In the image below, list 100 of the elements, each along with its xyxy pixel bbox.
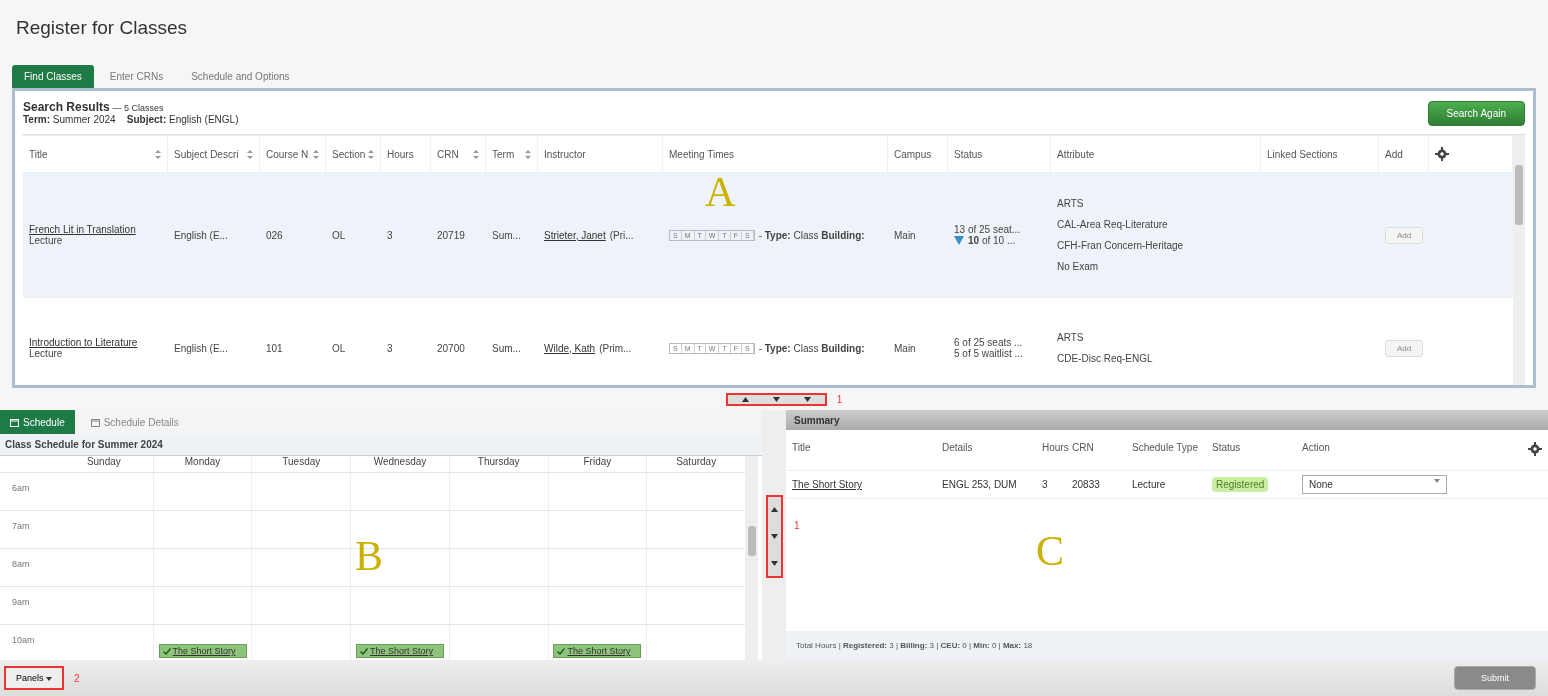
- instructor-role: (Prim...: [599, 342, 632, 354]
- day-header: Thursday: [477, 456, 520, 467]
- search-again-button[interactable]: Search Again: [1427, 101, 1525, 126]
- calendar-slot[interactable]: [548, 548, 648, 586]
- column-header: Hours: [1042, 442, 1069, 453]
- sort-icon[interactable]: [155, 149, 161, 159]
- calendar-slot[interactable]: [449, 472, 549, 510]
- attribute: CAL-Area Req-Literature: [1057, 219, 1169, 230]
- annotation-letter: C: [1036, 530, 1064, 572]
- calendar-slot[interactable]: [647, 548, 746, 586]
- calendar-slot[interactable]: The Short Story: [548, 624, 648, 660]
- column-header[interactable]: Meeting Times: [669, 148, 735, 160]
- column-header[interactable]: Title: [29, 148, 48, 160]
- calendar-slot[interactable]: [548, 586, 648, 624]
- column-header[interactable]: Course N: [266, 148, 309, 160]
- schedule-type: Lecture: [29, 235, 64, 246]
- action-select[interactable]: None: [1302, 475, 1447, 494]
- day-header: Wednesday: [373, 456, 427, 467]
- column-header[interactable]: Section: [332, 148, 366, 160]
- tab[interactable]: Enter CRNs: [97, 65, 176, 88]
- calendar-slot[interactable]: The Short Story: [153, 624, 253, 660]
- panels-button[interactable]: Panels: [4, 666, 65, 690]
- column-header: CRN: [1072, 442, 1094, 453]
- tab[interactable]: Schedule and Options: [179, 65, 302, 88]
- instructor-link[interactable]: Wilde, Kath: [544, 342, 596, 354]
- sort-icon[interactable]: [368, 149, 374, 159]
- time-label: 8am: [12, 559, 30, 569]
- column-header: Schedule Type: [1132, 442, 1198, 453]
- calendar-event[interactable]: The Short Story: [356, 644, 444, 658]
- calendar-slot[interactable]: [252, 510, 352, 548]
- class-title-link[interactable]: French Lit in Translation: [29, 224, 162, 235]
- column-header[interactable]: CRN: [437, 148, 459, 160]
- calendar-slot[interactable]: [252, 472, 352, 510]
- attribute: No Exam: [1057, 261, 1100, 272]
- table-row[interactable]: [23, 172, 1513, 297]
- arrow-down-icon[interactable]: [770, 534, 778, 539]
- class-title-link[interactable]: The Short Story: [792, 479, 863, 490]
- meeting-details: - Type: Class Building:: [758, 342, 865, 354]
- column-header[interactable]: Subject Descri: [174, 148, 239, 160]
- calendar-slot[interactable]: The Short Story: [351, 624, 450, 660]
- calendar-slot[interactable]: [548, 510, 648, 548]
- calendar-slot[interactable]: [548, 472, 648, 510]
- calendar-slot[interactable]: [252, 586, 352, 624]
- calendar-slot[interactable]: [153, 472, 253, 510]
- annotation-number: 2: [74, 672, 80, 684]
- sort-icon[interactable]: [525, 149, 531, 159]
- column-header[interactable]: Campus: [894, 148, 932, 160]
- column-header[interactable]: Term: [492, 148, 515, 160]
- table-cell-text: OL: [332, 342, 347, 354]
- arrow-up-icon[interactable]: [741, 396, 749, 402]
- calendar-slot[interactable]: [153, 586, 253, 624]
- column-header: Title: [792, 442, 811, 453]
- arrow-down-icon[interactable]: [772, 396, 780, 402]
- table-cell-text: Sum...: [492, 342, 522, 354]
- calendar-slot[interactable]: [351, 586, 450, 624]
- instructor-link[interactable]: Strieter, Janet: [544, 229, 606, 241]
- calendar-slot[interactable]: [449, 510, 549, 548]
- tab[interactable]: Find Classes: [12, 65, 94, 88]
- scrollbar[interactable]: [1513, 135, 1525, 385]
- calendar-slot[interactable]: [153, 510, 253, 548]
- calendar-slot[interactable]: [647, 472, 746, 510]
- day-header: Saturday: [676, 456, 717, 467]
- calendar-event[interactable]: The Short Story: [158, 644, 247, 658]
- column-header[interactable]: Attribute: [1057, 148, 1095, 160]
- panel-resize-control[interactable]: [765, 495, 783, 578]
- settings-icon[interactable]: [1435, 147, 1449, 161]
- calendar-slot[interactable]: [351, 472, 450, 510]
- arrow-down-icon[interactable]: [770, 561, 778, 566]
- settings-icon[interactable]: [1528, 442, 1542, 456]
- calendar-slot[interactable]: [449, 586, 549, 624]
- calendar-slot[interactable]: [55, 472, 154, 510]
- scrollbar[interactable]: [746, 456, 758, 660]
- status-badge: Registered: [1212, 477, 1269, 492]
- sort-icon[interactable]: [313, 149, 319, 159]
- calendar-slot[interactable]: [647, 510, 746, 548]
- calendar-event[interactable]: The Short Story: [553, 644, 642, 658]
- panel-resize-control[interactable]: [725, 392, 827, 406]
- calendar-icon: [10, 417, 19, 427]
- sort-icon[interactable]: [247, 149, 253, 159]
- column-header[interactable]: Instructor: [544, 148, 586, 160]
- calendar-slot[interactable]: [55, 548, 154, 586]
- summary-header: Summary: [786, 410, 1548, 430]
- calendar-slot[interactable]: [449, 548, 549, 586]
- calendar-slot[interactable]: [55, 586, 154, 624]
- column-header[interactable]: Status: [954, 148, 983, 160]
- column-header[interactable]: Hours: [387, 148, 414, 160]
- table-cell: 20833: [1072, 479, 1100, 490]
- check-icon: [162, 647, 171, 655]
- class-title-link[interactable]: Introduction to Literature: [29, 337, 162, 348]
- column-header[interactable]: Linked Sections: [1267, 148, 1338, 160]
- tab[interactable]: Schedule: [0, 410, 75, 434]
- calendar-slot[interactable]: [153, 548, 253, 586]
- calendar-slot[interactable]: [647, 586, 746, 624]
- status-text: 5 of 5 waitlist ...: [954, 348, 1023, 359]
- arrow-up-icon[interactable]: [770, 507, 778, 512]
- calendar-slot[interactable]: [55, 510, 154, 548]
- sort-icon[interactable]: [473, 149, 479, 159]
- arrow-down-icon[interactable]: [803, 396, 811, 402]
- column-header[interactable]: Add: [1385, 148, 1403, 160]
- calendar-slot[interactable]: [252, 548, 352, 586]
